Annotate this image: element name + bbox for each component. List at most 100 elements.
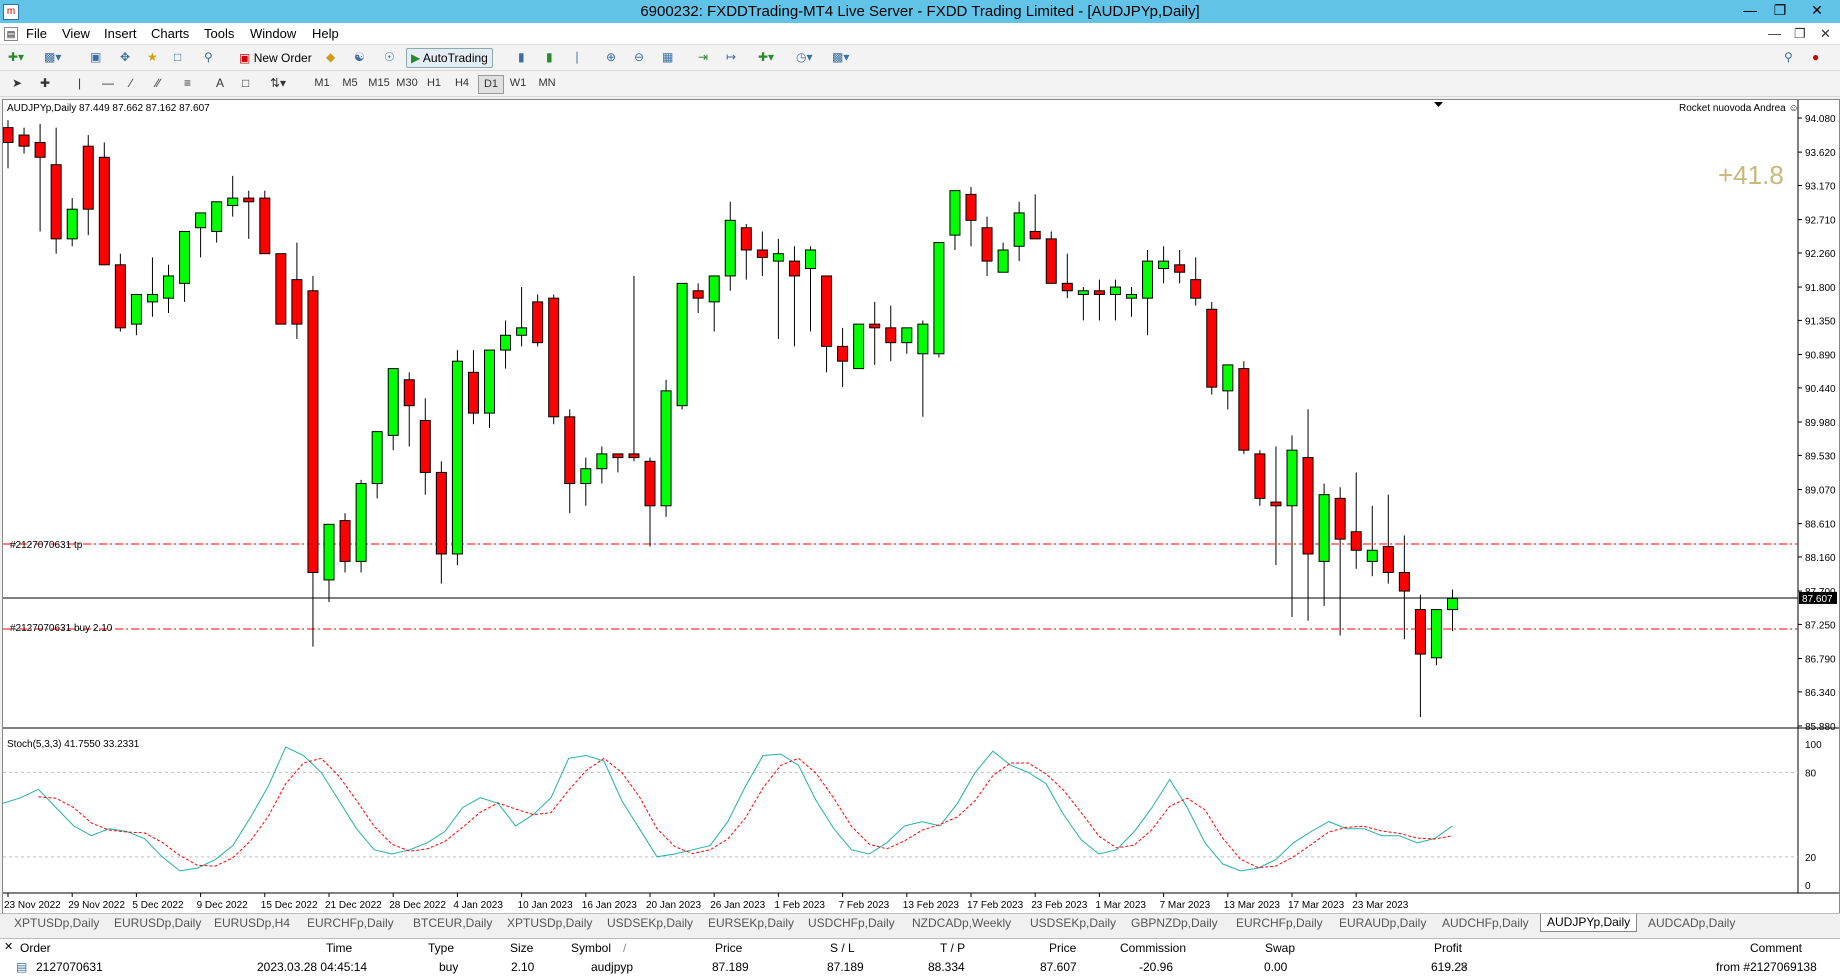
col-comment[interactable]: Comment <box>1750 941 1802 955</box>
tab-chart[interactable]: BTCEUR,Daily <box>413 916 492 930</box>
menu-window[interactable]: Window <box>250 26 296 41</box>
auto-scroll-icon[interactable]: ↦ <box>726 48 736 66</box>
bull-candle <box>500 334 512 351</box>
tab-chart[interactable]: XPTUSDp,Daily <box>14 916 99 930</box>
col-tp[interactable]: T / P <box>940 941 965 955</box>
col-price[interactable]: Price <box>715 941 742 955</box>
horizontal-line-icon[interactable]: — <box>102 74 114 92</box>
tab-chart[interactable]: EURCHFp,Daily <box>1236 916 1323 930</box>
zoom-out-icon[interactable]: ⊖ <box>634 48 644 66</box>
menu-view[interactable]: View <box>62 26 90 41</box>
tab-chart[interactable]: EURAUDp,Daily <box>1339 916 1426 930</box>
text-label-icon[interactable]: □ <box>242 74 249 92</box>
menu-help[interactable]: Help <box>312 26 339 41</box>
candlestick-icon[interactable]: ▮ <box>546 48 553 66</box>
bar-chart-icon[interactable]: ▮ <box>518 48 525 66</box>
tab-chart[interactable]: AUDCADp,Daily <box>1648 916 1735 930</box>
profiles-icon[interactable]: ▩▾ <box>44 48 61 66</box>
tab-chart[interactable]: EURSEKp,Daily <box>708 916 794 930</box>
chart-window[interactable]: 94.080 93.620 93.170 92.710 92.260 91.800 91.3… <box>2 99 1840 916</box>
tab-chart[interactable]: XPTUSDp,Daily <box>507 916 592 930</box>
tf-m15[interactable]: M15 <box>366 75 392 92</box>
close-icon[interactable]: ✕ <box>1795 0 1839 22</box>
tab-chart[interactable]: EURUSDp,H4 <box>214 916 290 930</box>
col-symbol[interactable]: Symbol <box>571 941 611 955</box>
chart-shift-icon[interactable]: ⇥ <box>698 48 708 66</box>
close-doc-icon[interactable]: ✕ <box>1820 26 1831 42</box>
tab-chart[interactable]: EURCHFp,Daily <box>307 916 394 930</box>
market-icon[interactable]: ☉ <box>384 48 395 66</box>
notifications-icon[interactable]: ● <box>1812 48 1819 66</box>
col-swap[interactable]: Swap <box>1265 941 1295 955</box>
channel-icon[interactable]: ∕∕ <box>156 74 160 92</box>
metaeditor-icon[interactable]: ◆ <box>326 48 335 66</box>
line-chart-icon[interactable]: ∣ <box>574 48 580 66</box>
navigator-icon[interactable]: ★ <box>147 48 158 66</box>
col-commission[interactable]: Commission <box>1120 941 1186 955</box>
signals-icon[interactable]: ☯ <box>354 48 365 66</box>
restore-doc-icon[interactable]: ❐ <box>1794 26 1806 42</box>
bear-candle <box>837 345 849 362</box>
col-profit[interactable]: Profit <box>1434 941 1462 955</box>
arrows-icon[interactable]: ⇅▾ <box>270 74 286 92</box>
terminal-icon[interactable]: □ <box>174 48 181 66</box>
market-watch-icon[interactable]: ▣ <box>90 48 101 66</box>
fibonacci-icon[interactable]: ≡ <box>184 74 191 92</box>
templates-icon[interactable]: ▩▾ <box>832 48 849 66</box>
new-order-button[interactable]: ▣ New Order <box>234 48 317 68</box>
indicators-icon[interactable]: ✚▾ <box>758 48 774 66</box>
bear-candle <box>1061 282 1073 292</box>
menu-tools[interactable]: Tools <box>204 26 234 41</box>
chart-tabs: XPTUSDp,Daily EURUSDp,Daily EURUSDp,H4 E… <box>0 913 1840 934</box>
col-order[interactable]: Order <box>20 941 51 955</box>
periods-icon[interactable]: ◷▾ <box>796 48 813 66</box>
new-chart-icon[interactable]: ✚▾ <box>8 48 24 66</box>
tile-windows-icon[interactable]: ▦ <box>662 48 673 66</box>
menu-file[interactable]: File <box>26 26 47 41</box>
tab-chart[interactable]: USDSEKp,Daily <box>1030 916 1116 930</box>
crosshair-icon[interactable]: ✥ <box>120 48 130 66</box>
terminal-close-icon[interactable]: ✕ <box>4 940 13 953</box>
cursor-icon[interactable]: ➤ <box>12 74 22 92</box>
col-current-price[interactable]: Price <box>1049 941 1076 955</box>
col-time[interactable]: Time <box>326 941 352 955</box>
restore-icon[interactable]: ❐ <box>1765 0 1795 22</box>
tf-d1[interactable]: D1 <box>478 75 504 94</box>
menu-insert[interactable]: Insert <box>104 26 137 41</box>
trendline-icon[interactable]: ∕ <box>130 74 132 92</box>
crosshair-tool-icon[interactable]: ✚ <box>40 74 50 92</box>
text-icon[interactable]: A <box>216 74 224 92</box>
table-row[interactable]: ▤ 2127070631 2023.03.28 04:45:14 buy 2.1… <box>0 958 1840 978</box>
tf-w1[interactable]: W1 <box>506 75 530 92</box>
bull-candle <box>66 208 78 240</box>
tab-chart[interactable]: USDCHFp,Daily <box>808 916 895 930</box>
minimize-icon[interactable]: — <box>1735 0 1765 22</box>
autotrading-button[interactable]: ▶ AutoTrading <box>406 48 493 68</box>
search-icon[interactable]: ⚲ <box>1784 48 1793 66</box>
tf-m30[interactable]: M30 <box>394 75 420 92</box>
col-size[interactable]: Size <box>510 941 533 955</box>
tf-h4[interactable]: H4 <box>450 75 474 92</box>
strategy-tester-icon[interactable]: ⚲ <box>204 48 213 66</box>
tf-m5[interactable]: M5 <box>338 75 362 92</box>
tf-h1[interactable]: H1 <box>422 75 446 92</box>
col-sl[interactable]: S / L <box>830 941 855 955</box>
tab-chart-active[interactable]: AUDJPYp,Daily <box>1540 914 1638 932</box>
tf-m1[interactable]: M1 <box>310 75 334 92</box>
tab-chart[interactable]: USDSEKp,Daily <box>607 916 693 930</box>
col-type[interactable]: Type <box>428 941 454 955</box>
close-order-icon[interactable]: ✕ <box>1459 960 1469 974</box>
date-tick-label: 21 Dec 2022 <box>325 900 382 911</box>
tab-chart[interactable]: GBPNZDp,Daily <box>1131 916 1218 930</box>
tab-chart[interactable]: AUDCHFp,Daily <box>1442 916 1529 930</box>
bull-candle <box>917 323 929 355</box>
menu-charts[interactable]: Charts <box>151 26 189 41</box>
tab-chart[interactable]: EURUSDp,Daily <box>114 916 201 930</box>
tf-mn[interactable]: MN <box>534 75 560 92</box>
zoom-in-icon[interactable]: ⊕ <box>606 48 616 66</box>
min-doc-icon[interactable]: — <box>1768 26 1781 41</box>
vertical-line-icon[interactable]: | <box>78 74 81 92</box>
chart-window-icon[interactable]: ▤ <box>4 27 18 41</box>
chart-canvas[interactable]: 94.080 93.620 93.170 92.710 92.260 91.800 91.3… <box>3 100 1839 915</box>
tab-chart[interactable]: NZDCADp,Weekly <box>912 916 1011 930</box>
